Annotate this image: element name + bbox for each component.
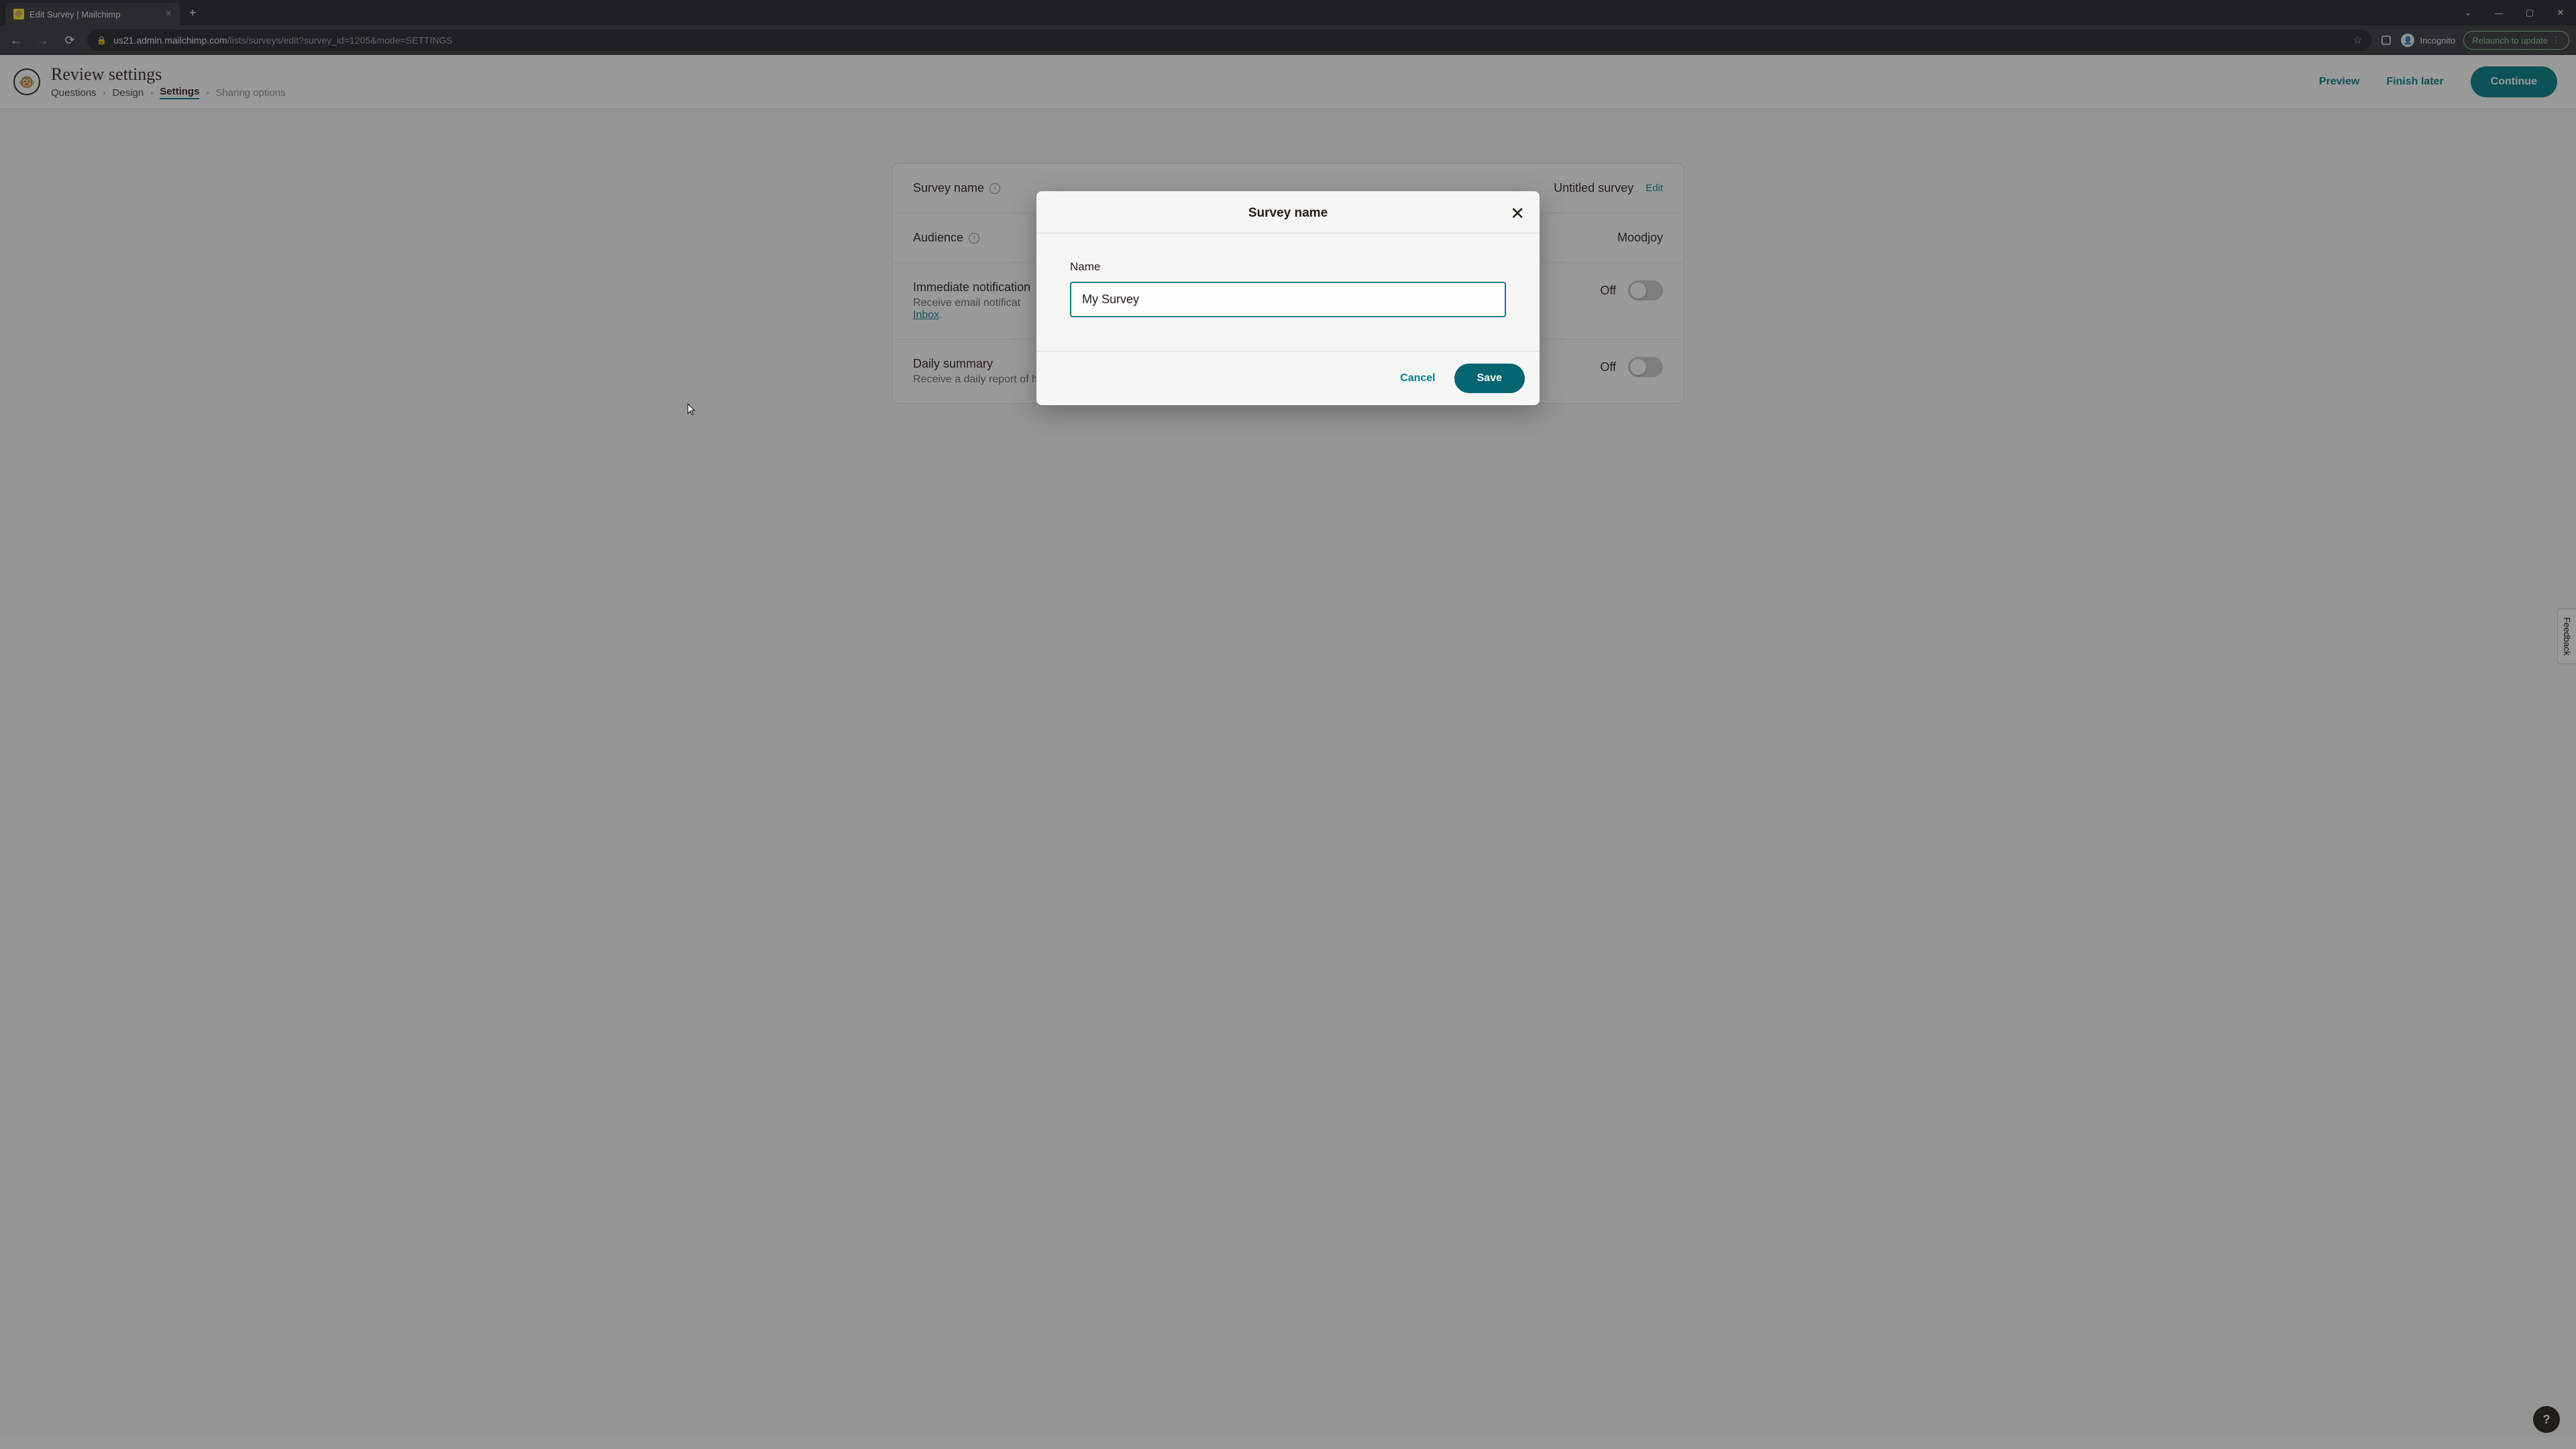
- cancel-button[interactable]: Cancel: [1400, 372, 1435, 384]
- name-input[interactable]: [1070, 282, 1506, 317]
- modal-header: Survey name ✕: [1036, 191, 1540, 233]
- modal-title: Survey name: [1248, 206, 1328, 221]
- name-field-label: Name: [1070, 260, 1506, 274]
- modal-overlay[interactable]: Survey name ✕ Name Cancel Save: [0, 0, 2576, 1449]
- save-button[interactable]: Save: [1454, 364, 1525, 393]
- modal-survey-name: Survey name ✕ Name Cancel Save: [1036, 191, 1540, 405]
- modal-footer: Cancel Save: [1036, 351, 1540, 405]
- close-icon[interactable]: ✕: [1510, 203, 1525, 224]
- modal-body: Name: [1036, 233, 1540, 351]
